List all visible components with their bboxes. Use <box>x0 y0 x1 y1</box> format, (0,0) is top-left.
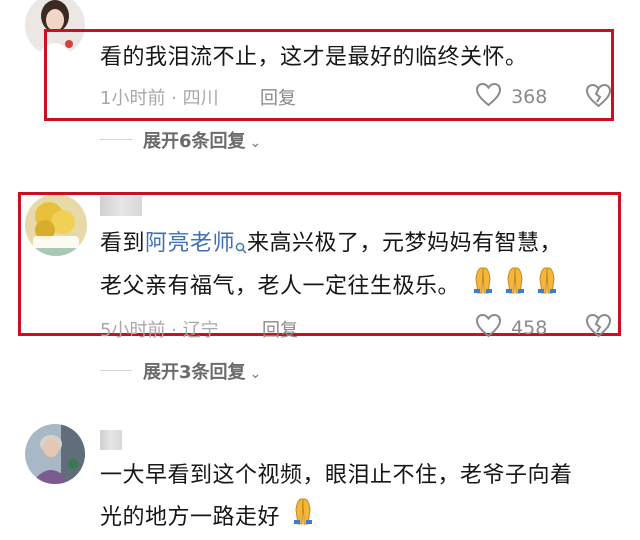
expand-replies-label: 展开6条回复 <box>143 131 246 152</box>
divider <box>100 370 132 371</box>
username-blurred[interactable] <box>100 430 122 450</box>
avatar[interactable] <box>25 424 85 484</box>
broken-heart-icon[interactable] <box>585 313 612 342</box>
expand-replies-button[interactable]: 展开3条回复 ⌄ <box>143 358 261 384</box>
comment-meta: 1小时前 · 四川 <box>100 88 219 109</box>
expand-replies-button[interactable]: 展开6条回复 ⌄ <box>143 127 261 153</box>
comment-text-part: 光的地方一路走好 <box>100 505 281 530</box>
comment-text-line-2: 光的地方一路走好 <box>100 496 320 540</box>
broken-heart-icon[interactable] <box>585 83 612 112</box>
comment-text-line-2: 老父亲有福气，老人一定往生极乐。 <box>100 265 564 309</box>
search-icon <box>235 228 247 254</box>
comment-text-line-1: 一大早看到这个视频，眼泪止不住，老爷子向着 <box>100 463 573 488</box>
comment-text-line-1: 看到阿亮老师 来高兴极了，元梦妈妈有智慧， <box>100 224 562 264</box>
divider <box>100 139 132 140</box>
chevron-down-icon: ⌄ <box>249 135 262 151</box>
mention-link[interactable]: 阿亮老师 <box>145 231 235 256</box>
comment-text-part: 来高兴极了，元梦妈妈有智慧， <box>247 231 563 256</box>
comment-text-part: 老父亲有福气，老人一定往生极乐。 <box>100 274 461 299</box>
heart-outline-icon <box>475 313 502 342</box>
folded-hands-emoji <box>288 496 320 540</box>
reply-button[interactable]: 回复 <box>260 84 296 110</box>
reply-button[interactable]: 回复 <box>262 316 298 342</box>
expand-replies-label: 展开3条回复 <box>143 362 246 383</box>
like-button[interactable]: 458 <box>475 313 547 341</box>
heart-outline-icon <box>475 82 502 111</box>
like-count: 458 <box>511 316 548 339</box>
folded-hands-emoji <box>468 265 564 309</box>
comment-text: 看的我泪流不止，这才是最好的临终关怀。 <box>100 45 528 70</box>
like-count: 368 <box>511 85 548 108</box>
like-button[interactable]: 368 <box>475 82 547 110</box>
chevron-down-icon: ⌄ <box>249 366 262 382</box>
comment-text-part: 看到 <box>100 231 146 256</box>
comment-meta: 5小时前 · 辽宁 <box>100 320 219 341</box>
